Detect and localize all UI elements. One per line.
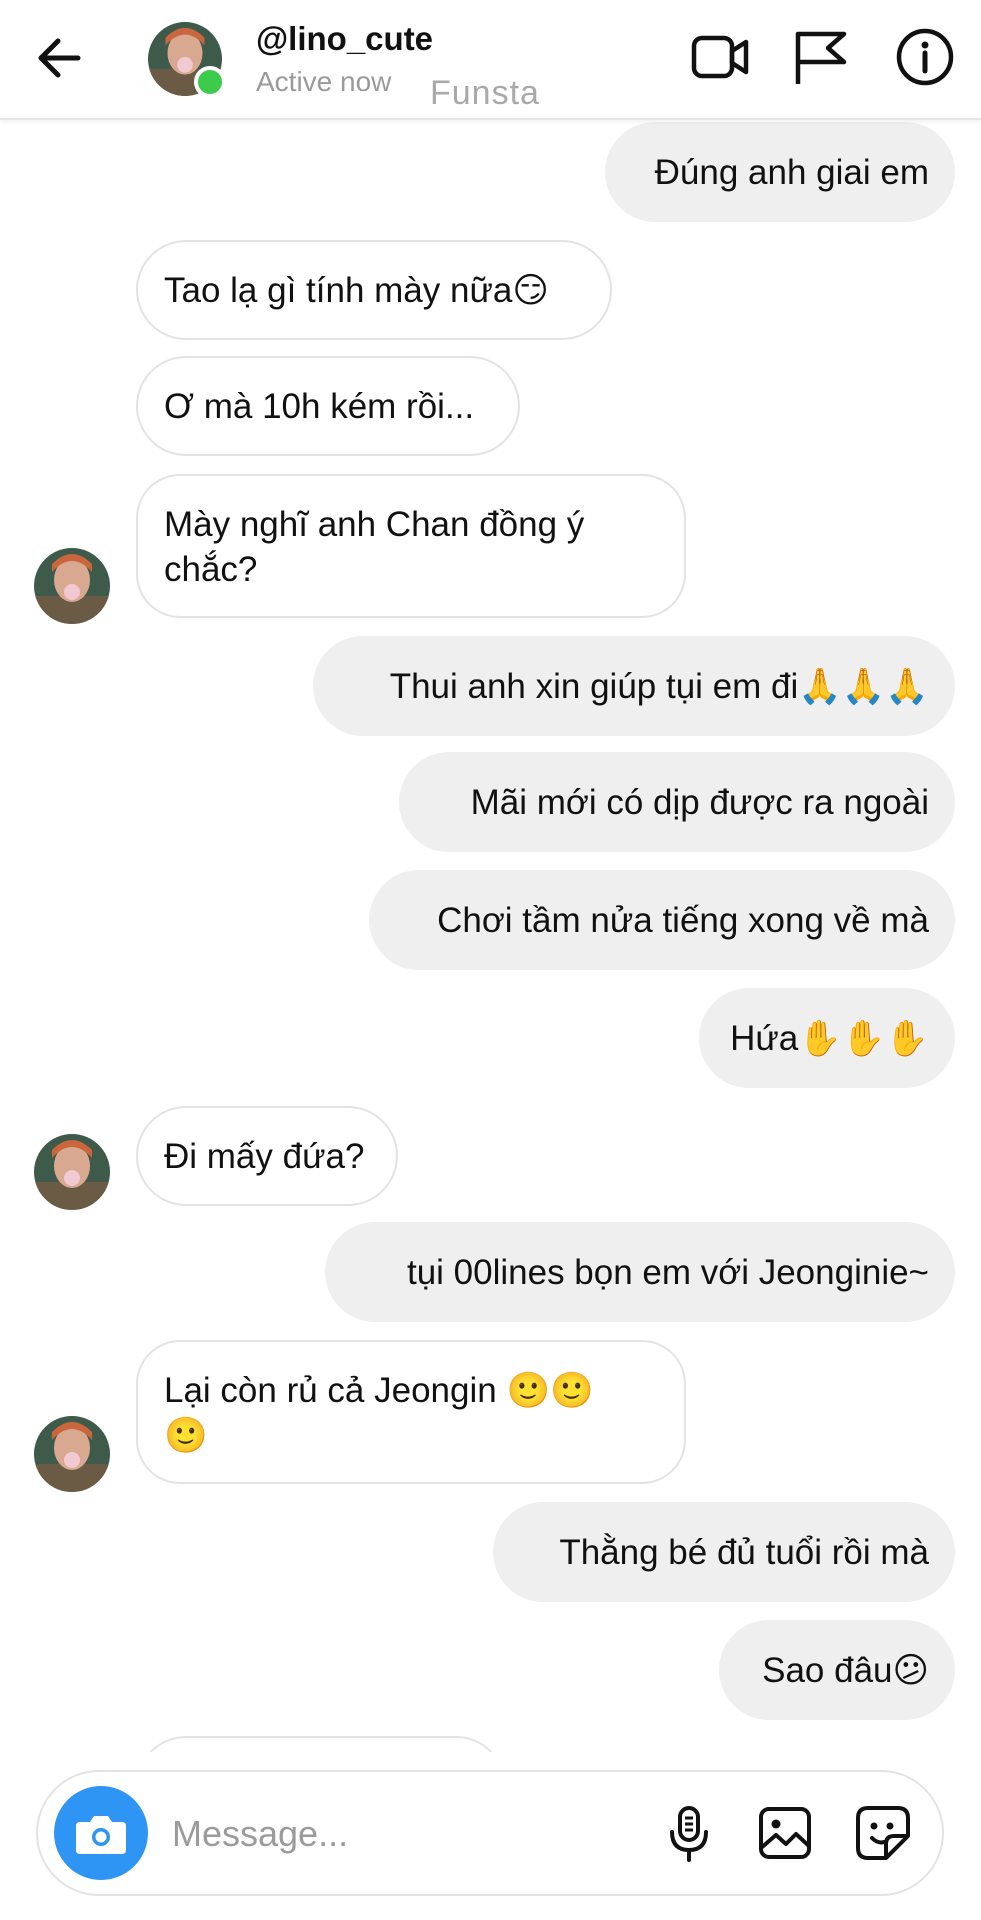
microphone-icon (670, 1806, 708, 1862)
back-button[interactable] (30, 28, 90, 88)
incoming-message[interactable]: Mày nghĩ anh Chan đồng ý chắc? (136, 474, 686, 618)
incoming-message[interactable]: Tao lạ gì tính mày nữa😏 (136, 240, 612, 340)
outgoing-message[interactable]: Chơi tầm nửa tiếng xong về mà (369, 870, 955, 970)
outgoing-message[interactable]: Thằng bé đủ tuổi rồi mà (493, 1502, 955, 1602)
info-button[interactable] (892, 24, 958, 90)
camera-button[interactable] (54, 1786, 148, 1880)
watermark: Funsta (430, 74, 540, 112)
contact-avatar[interactable] (34, 1416, 110, 1492)
outgoing-message[interactable]: Thui anh xin giúp tụi em đi🙏🙏🙏 (313, 636, 955, 736)
outgoing-message[interactable]: tụi 00lines bọn em với Jeonginie~ (325, 1222, 955, 1322)
outgoing-message[interactable]: Mãi mới có dịp được ra ngoài (399, 752, 955, 852)
info-icon (896, 28, 954, 86)
incoming-message-partial[interactable] (136, 1736, 506, 1752)
active-status: Active now (256, 66, 392, 97)
incoming-message[interactable]: Lại còn rủ cả Jeongin 🙂🙂 🙂 (136, 1340, 686, 1484)
voice-message-button[interactable] (658, 1802, 720, 1864)
outgoing-message[interactable]: Sao đâu😕 (719, 1620, 955, 1720)
sticker-icon (856, 1806, 910, 1860)
contact-avatar[interactable] (34, 1134, 110, 1210)
message-input[interactable] (172, 1806, 612, 1862)
sticker-button[interactable] (852, 1802, 914, 1864)
gallery-icon (759, 1807, 811, 1859)
video-camera-icon (691, 35, 749, 79)
outgoing-message[interactable]: Đúng anh giai em (605, 122, 955, 222)
username[interactable]: @lino_cute (256, 20, 433, 58)
message-composer (36, 1770, 944, 1896)
video-call-button[interactable] (688, 24, 754, 90)
camera-icon (76, 1816, 126, 1854)
online-status-dot (194, 66, 226, 98)
flag-icon (795, 31, 847, 84)
incoming-message[interactable]: Ơ mà 10h kém rồi... (136, 356, 520, 456)
profile-avatar[interactable] (148, 22, 226, 98)
incoming-message[interactable]: Đi mấy đứa? (136, 1106, 398, 1206)
contact-avatar[interactable] (34, 548, 110, 624)
back-arrow-icon (38, 38, 81, 78)
report-flag-button[interactable] (788, 24, 854, 90)
outgoing-message[interactable]: Hứa✋✋✋ (699, 988, 955, 1088)
gallery-button[interactable] (754, 1802, 816, 1864)
message-thread[interactable]: Đúng anh giai em Tao lạ gì tính mày nữa😏… (0, 0, 981, 1752)
chat-header: @lino_cute Active now Funsta (0, 0, 981, 120)
